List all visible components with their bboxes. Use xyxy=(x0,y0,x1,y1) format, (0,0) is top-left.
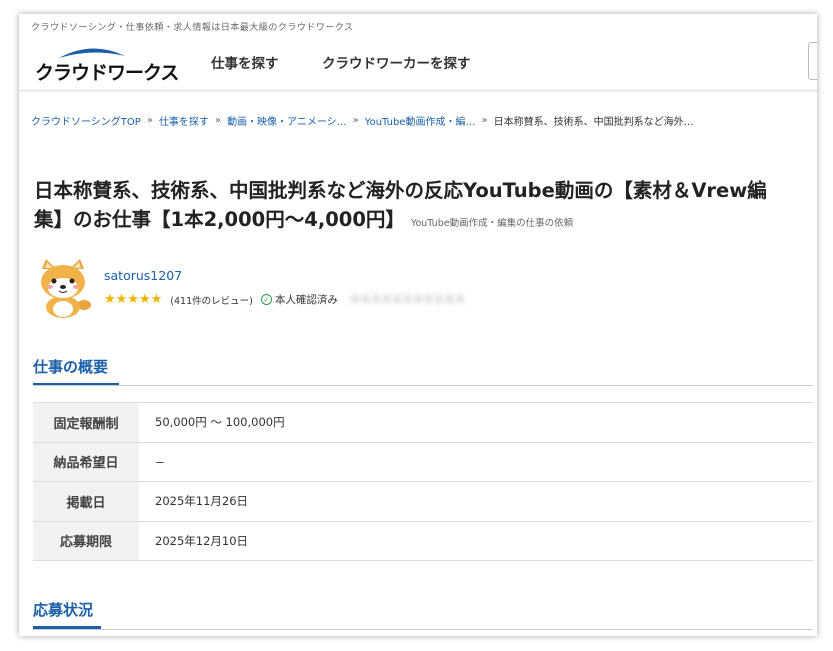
job-category[interactable]: YouTube動画作成・編集の仕事の依頼 xyxy=(411,218,573,229)
breadcrumb-youtube-category[interactable]: YouTube動画作成・編… xyxy=(365,113,476,128)
job-title-block: 日本称賛系、技術系、中国批判系など海外の反応YouTube動画の【素材＆Vrew… xyxy=(34,176,794,238)
shiba-dog-icon xyxy=(41,259,91,318)
summary-heading: 仕事の概要 xyxy=(33,356,119,386)
verified-label: 本人確認済み xyxy=(274,294,338,306)
header-search-box[interactable] xyxy=(808,42,817,80)
breadcrumb-separator-icon: » xyxy=(214,115,222,126)
application-heading-text: 応募状況 xyxy=(33,601,94,619)
nav-find-jobs[interactable]: 仕事を探す xyxy=(211,52,279,72)
logo-text: クラウドワークス xyxy=(35,62,179,84)
site-tagline: クラウドソーシング・仕事依頼・求人情報は日本最大級のクラウドワークス xyxy=(31,23,354,33)
table-row: 応募期限 2025年12月10日 xyxy=(33,521,813,561)
check-circle-icon: ✓ xyxy=(260,294,272,305)
header-divider xyxy=(19,90,817,91)
application-heading: 応募状況 xyxy=(33,599,101,629)
row-label: 納品希望日 xyxy=(33,442,139,482)
breadcrumb-separator-icon: » xyxy=(146,115,153,126)
row-label: 固定報酬制 xyxy=(33,402,139,442)
table-row: 固定報酬制 50,000円 〜 100,000円 xyxy=(33,402,813,442)
breadcrumb-find-jobs[interactable]: 仕事を探す xyxy=(159,113,209,128)
row-label: 応募期限 xyxy=(33,521,139,561)
row-value: 50,000円 〜 100,000円 xyxy=(155,415,285,430)
row-value: 2025年12月10日 xyxy=(155,533,249,548)
review-count[interactable]: (411件のレビュー) xyxy=(170,293,253,307)
site-logo[interactable]: クラウドワークス xyxy=(35,44,179,84)
breadcrumb-separator-icon: » xyxy=(352,115,359,126)
table-row: 掲載日 2025年11月26日 xyxy=(33,481,813,521)
summary-divider xyxy=(33,385,813,386)
browser-page: クラウドソーシング・仕事依頼・求人情報は日本最大級のクラウドワークス クラウドワ… xyxy=(19,14,817,636)
row-label: 掲載日 xyxy=(33,481,139,521)
row-value: − xyxy=(155,454,165,469)
nav-find-workers[interactable]: クラウドワーカーを探す xyxy=(322,52,471,72)
client-username[interactable]: satorus1207 xyxy=(104,268,182,283)
breadcrumb: クラウドソーシングTOP » 仕事を探す » 動画・映像・アニメーシ… » Yo… xyxy=(31,113,694,128)
breadcrumb-current: 日本称賛系、技術系、中国批判系など海外… xyxy=(493,117,694,128)
summary-table: 固定報酬制 50,000円 〜 100,000円 納品希望日 − 掲載日 202… xyxy=(33,402,813,561)
breadcrumb-separator-icon: » xyxy=(481,115,488,126)
application-divider xyxy=(33,629,813,630)
client-avatar[interactable] xyxy=(32,257,94,319)
client-rating-row: ★★★★★ (411件のレビュー) ✓ 本人確認済み ＸＸＸＸＸＸＸＸＸＸＸ xyxy=(104,292,465,307)
breadcrumb-top[interactable]: クラウドソーシングTOP xyxy=(31,113,141,128)
summary-heading-text: 仕事の概要 xyxy=(33,358,109,376)
rating-stars-icon: ★★★★★ xyxy=(104,292,163,307)
table-row: 納品希望日 − xyxy=(33,442,813,482)
row-value: 2025年11月26日 xyxy=(155,494,249,509)
job-title: 日本称賛系、技術系、中国批判系など海外の反応YouTube動画の【素材＆Vrew… xyxy=(34,179,767,231)
breadcrumb-video-category[interactable]: 動画・映像・アニメーシ… xyxy=(227,113,347,128)
blurred-client-info: ＸＸＸＸＸＸＸＸＸＸＸ xyxy=(349,294,466,306)
